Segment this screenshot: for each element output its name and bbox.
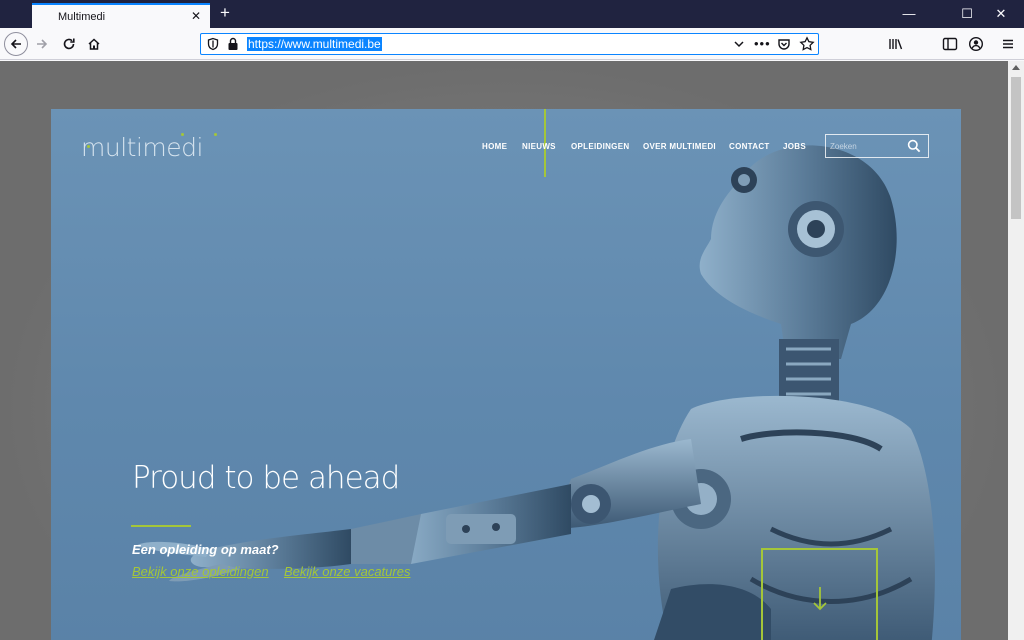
- account-button[interactable]: [966, 34, 986, 54]
- app-menu-button[interactable]: [998, 34, 1018, 54]
- shield-icon[interactable]: [206, 37, 220, 51]
- url-bar[interactable]: https://www.multimedi.be •••: [200, 33, 819, 55]
- search-input[interactable]: [830, 140, 904, 153]
- site-logo[interactable]: multimedi: [81, 133, 203, 162]
- hero-section: multimedi HOME NIEUWS OPLEIDINGEN OVER M…: [51, 109, 961, 640]
- link-opleidingen[interactable]: Bekijk onze opleidingen: [132, 564, 269, 579]
- scroll-up-arrow-icon[interactable]: [1012, 65, 1020, 70]
- pocket-icon[interactable]: [777, 37, 791, 51]
- nav-over-multimedi[interactable]: OVER MULTIMEDI: [643, 142, 716, 151]
- tab-close-icon[interactable]: ✕: [188, 8, 204, 24]
- hero-subheadline: Een opleiding op maat?: [132, 542, 279, 557]
- nav-nieuws[interactable]: NIEUWS: [522, 142, 556, 151]
- logo-text: multimedi: [81, 133, 203, 162]
- browser-tab-active[interactable]: Multimedi ✕: [32, 3, 210, 28]
- reload-icon: [63, 38, 75, 50]
- page-scrollbar[interactable]: [1008, 61, 1024, 640]
- forward-button[interactable]: [30, 32, 54, 56]
- nav-home[interactable]: HOME: [482, 142, 507, 151]
- url-text[interactable]: https://www.multimedi.be: [247, 37, 382, 51]
- sidebar-button[interactable]: [940, 34, 960, 54]
- bookmark-star-icon[interactable]: [799, 36, 815, 52]
- nav-jobs[interactable]: JOBS: [783, 142, 806, 151]
- headline-divider: [131, 525, 191, 527]
- scroll-down-button[interactable]: [761, 548, 878, 640]
- tab-title: Multimedi: [58, 11, 106, 23]
- window-minimize-button[interactable]: —: [886, 0, 932, 28]
- lock-icon[interactable]: [227, 37, 239, 51]
- page-viewport: multimedi HOME NIEUWS OPLEIDINGEN OVER M…: [0, 61, 1008, 640]
- home-icon: [88, 38, 100, 50]
- logo-accent-dot: [214, 133, 217, 136]
- account-icon: [968, 36, 984, 52]
- arrow-right-icon: [37, 39, 48, 49]
- logo-accent-dot: [181, 133, 184, 136]
- window-close-button[interactable]: ✕: [978, 0, 1024, 28]
- scrollbar-thumb[interactable]: [1011, 77, 1021, 219]
- new-tab-button[interactable]: +: [216, 4, 234, 22]
- back-button[interactable]: [4, 32, 28, 56]
- arrow-down-icon: [813, 587, 827, 611]
- library-icon: [889, 39, 903, 50]
- link-vacatures[interactable]: Bekijk onze vacatures: [284, 564, 410, 579]
- site-search: [825, 134, 929, 158]
- reload-button[interactable]: [57, 32, 81, 56]
- chevron-down-icon[interactable]: [732, 37, 746, 51]
- search-icon[interactable]: [907, 139, 921, 153]
- nav-opleidingen[interactable]: OPLEIDINGEN: [571, 142, 629, 151]
- hero-headline: Proud to be ahead: [132, 460, 400, 496]
- nav-contact[interactable]: CONTACT: [729, 142, 770, 151]
- browser-titlebar: Multimedi ✕ + — ☐ ✕: [0, 0, 1024, 28]
- home-button[interactable]: [82, 32, 106, 56]
- page-actions-more-icon[interactable]: •••: [754, 36, 771, 51]
- library-button[interactable]: [886, 34, 906, 54]
- arrow-left-icon: [10, 39, 21, 49]
- logo-accent-dot: [87, 145, 90, 148]
- hamburger-menu-icon: [1003, 39, 1013, 49]
- sidebar-icon: [942, 37, 958, 51]
